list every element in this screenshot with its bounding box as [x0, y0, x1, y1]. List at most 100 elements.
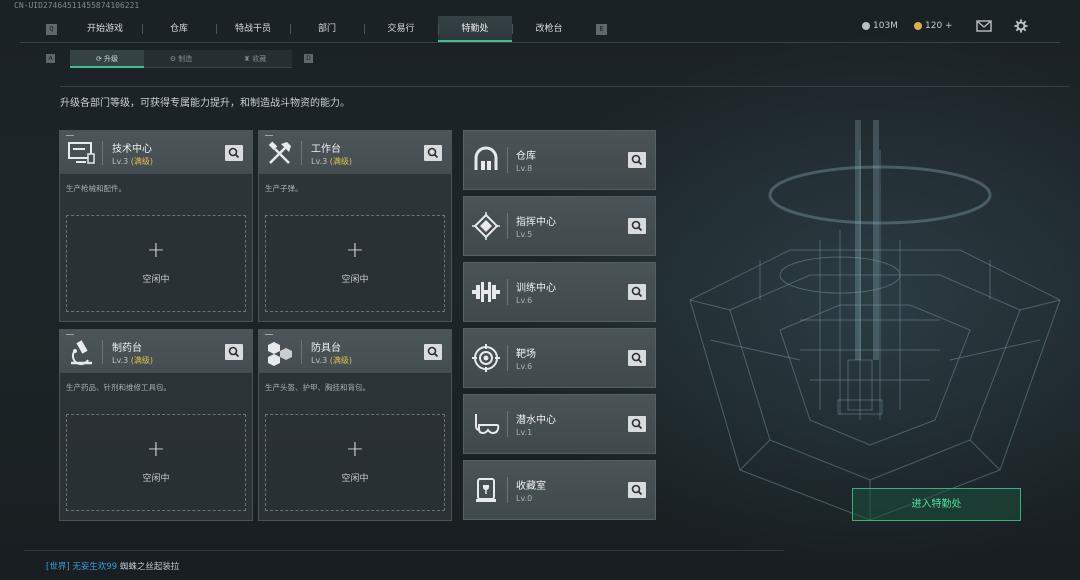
silver-amount: 103M	[873, 21, 898, 31]
gold-amount: 120 +	[925, 21, 953, 31]
production-slot[interactable]: + 空闲中	[66, 414, 246, 511]
warehouse-icon	[474, 146, 498, 170]
production-slot[interactable]: + 空闲中	[265, 414, 445, 511]
tab-special-ops[interactable]: 特勤处	[438, 16, 512, 42]
magnifier-icon[interactable]	[628, 152, 646, 168]
workshop-card-pharmacy[interactable]: 制药台 Lv.3 (满级) 生产药品、针剂和维修工具包。 + 空闲中	[59, 329, 253, 521]
user-id: CN-UID27464511455874106221	[14, 1, 140, 10]
facility-card-shooting-range[interactable]: 靶场 Lv.6	[463, 328, 656, 388]
armor-icon	[268, 342, 292, 366]
card-subtitle: 生产枪械和配件。	[66, 184, 126, 193]
mail-icon[interactable]	[976, 19, 992, 33]
tab-upgrade[interactable]: ⟳ 升级	[70, 50, 144, 68]
tab-upgrade-label: 升级	[104, 55, 119, 63]
chat-message: 蜘蛛之丝起装拉	[119, 562, 180, 572]
chat-line[interactable]: [世界] 无妄生欢99 蜘蛛之丝起装拉	[46, 560, 179, 572]
sub-tabs: ⟳ 升级 ⚙ 制造 ♜ 收藏	[70, 50, 292, 68]
card-tick	[265, 135, 273, 136]
max-level-badge: (满级)	[130, 356, 153, 365]
max-level-badge: (满级)	[329, 356, 352, 365]
tools-icon	[268, 141, 291, 164]
facility-level: Lv.1	[516, 428, 533, 437]
diving-mask-icon	[475, 414, 500, 435]
slot-status: 空闲中	[142, 474, 170, 484]
craft-icon: ⚙	[169, 55, 179, 63]
trophy-case-icon	[476, 478, 496, 502]
facility-card-collection-room[interactable]: 收藏室 Lv.0	[463, 460, 656, 520]
magnifier-icon[interactable]	[225, 145, 243, 161]
tab-collection-label: 收藏	[252, 55, 267, 63]
page-description: 升级各部门等级，可获得专属能力提升，和制造战斗物资的能力。	[60, 98, 350, 109]
slot-status: 空闲中	[341, 474, 369, 484]
collection-icon: ♜	[243, 55, 253, 63]
tab-operators[interactable]: 特战干员	[216, 16, 290, 42]
card-header: 技术中心 Lv.3 (满级)	[60, 131, 252, 174]
magnifier-icon[interactable]	[628, 350, 646, 366]
silver-coin-icon	[862, 22, 870, 30]
workshop-card-tech-center[interactable]: 技术中心 Lv.3 (满级) 生产枪械和配件。 + 空闲中	[59, 130, 253, 322]
card-header: 防具台 Lv.3 (满级)	[259, 330, 451, 373]
level-value: Lv.3	[311, 157, 328, 166]
target-icon	[472, 344, 500, 372]
magnifier-icon[interactable]	[628, 284, 646, 300]
magnifier-icon[interactable]	[424, 145, 442, 161]
facility-title: 靶场	[516, 349, 536, 360]
card-separator	[301, 141, 302, 165]
facility-level: Lv.0	[516, 494, 533, 503]
card-subtitle: 生产药品、针剂和维修工具包。	[66, 383, 171, 392]
tab-gunsmith[interactable]: 改枪台	[512, 16, 586, 42]
card-tick	[66, 334, 74, 335]
magnifier-icon[interactable]	[628, 416, 646, 432]
production-slot[interactable]: + 空闲中	[265, 215, 445, 312]
subnav-prev-key[interactable]: A	[46, 54, 55, 63]
card-level: Lv.3 (满级)	[112, 156, 153, 167]
nav-next-key[interactable]: E	[596, 24, 607, 35]
card-separator	[507, 279, 508, 305]
subnav-next-key[interactable]: D	[304, 54, 313, 63]
facility-level: Lv.6	[516, 362, 533, 371]
enter-special-ops-button[interactable]: 进入特勤处	[852, 488, 1021, 521]
card-separator	[507, 213, 508, 239]
card-separator	[102, 340, 103, 364]
gold-currency[interactable]: 120 +	[914, 21, 953, 31]
gear-icon[interactable]	[1013, 19, 1029, 33]
card-level: Lv.3 (满级)	[311, 156, 352, 167]
workshop-card-workbench[interactable]: 工作台 Lv.3 (满级) 生产子弹。 + 空闲中	[258, 130, 452, 322]
facility-card-command-center[interactable]: 指挥中心 Lv.5	[463, 196, 656, 256]
tab-start-game[interactable]: 开始游戏	[68, 16, 142, 42]
card-level: Lv.3 (满级)	[311, 355, 352, 366]
magnifier-icon[interactable]	[628, 218, 646, 234]
nav-divider	[20, 42, 1060, 43]
top-nav: 开始游戏 仓库 特战干员 部门 交易行 特勤处 改枪台	[20, 16, 1060, 42]
level-value: Lv.3	[112, 356, 129, 365]
production-slot[interactable]: + 空闲中	[66, 215, 246, 312]
facility-title: 收藏室	[516, 481, 546, 492]
card-title: 工作台	[311, 144, 341, 155]
plus-icon: +	[146, 238, 166, 263]
tab-collection[interactable]: ♜ 收藏	[218, 50, 292, 68]
card-tick	[66, 135, 74, 136]
facility-card-training-center[interactable]: 训练中心 Lv.6	[463, 262, 656, 322]
magnifier-icon[interactable]	[424, 344, 442, 360]
facility-title: 潜水中心	[516, 415, 556, 426]
computer-icon	[68, 142, 95, 164]
facility-card-warehouse[interactable]: 仓库 Lv.8	[463, 130, 656, 190]
max-level-badge: (满级)	[329, 157, 352, 166]
card-header: 工作台 Lv.3 (满级)	[259, 131, 451, 174]
tab-warehouse[interactable]: 仓库	[142, 16, 216, 42]
plus-icon: +	[345, 238, 365, 263]
magnifier-icon[interactable]	[628, 482, 646, 498]
facility-level: Lv.5	[516, 230, 533, 239]
facility-card-diving-center[interactable]: 潜水中心 Lv.1	[463, 394, 656, 454]
card-tick	[265, 334, 273, 335]
workshop-card-armor-bench[interactable]: 防具台 Lv.3 (满级) 生产头盔、护甲、胸挂和背包。 + 空闲中	[258, 329, 452, 521]
magnifier-icon[interactable]	[225, 344, 243, 360]
tab-trading[interactable]: 交易行	[364, 16, 438, 42]
card-title: 技术中心	[112, 144, 152, 155]
card-separator	[507, 345, 508, 371]
tab-craft[interactable]: ⚙ 制造	[144, 50, 218, 68]
card-level: Lv.3 (满级)	[112, 355, 153, 366]
card-separator	[102, 141, 103, 165]
plus-icon: +	[345, 437, 365, 462]
tab-departments[interactable]: 部门	[290, 16, 364, 42]
